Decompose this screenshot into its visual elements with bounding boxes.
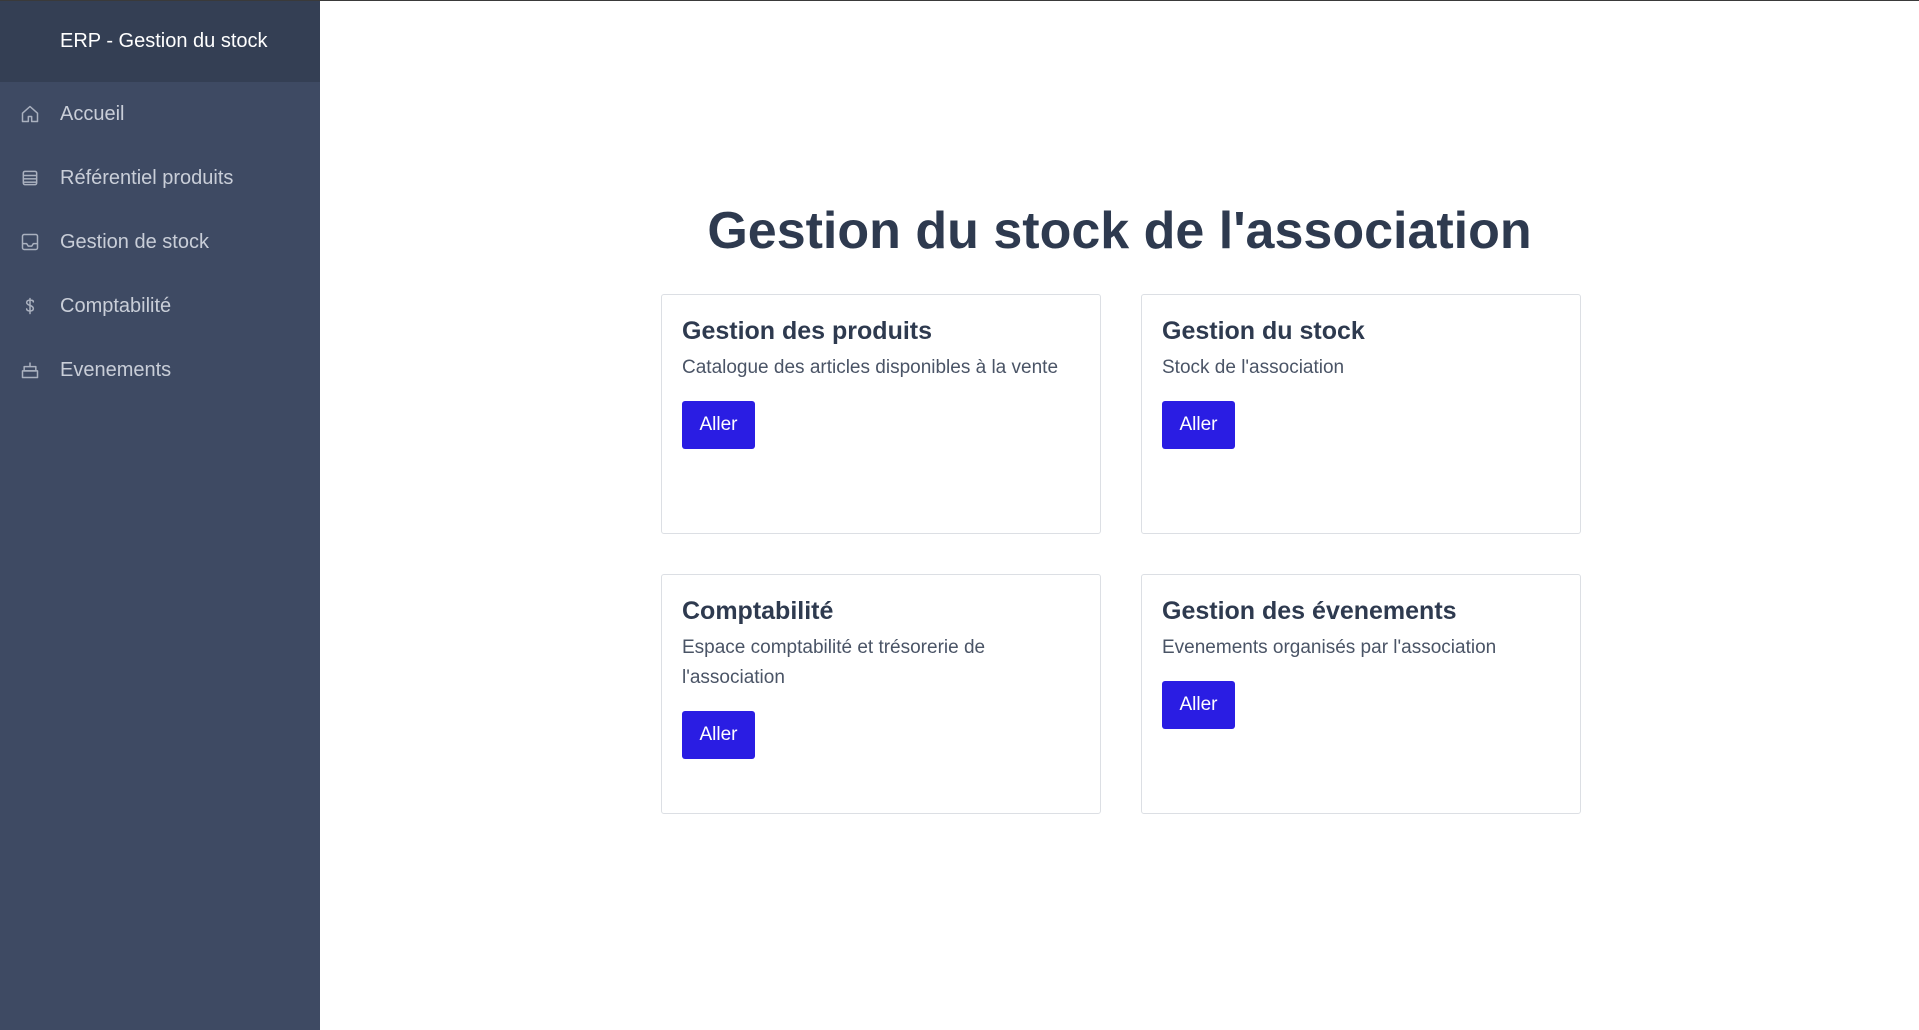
sidebar-item-label: Gestion de stock xyxy=(60,230,209,253)
card-gestion-evenements: Gestion des évenements Evenements organi… xyxy=(1141,574,1581,814)
sidebar-item-label: Accueil xyxy=(60,102,125,125)
page-title: Gestion du stock de l'association xyxy=(707,202,1532,260)
app-brand[interactable]: ERP - Gestion du stock xyxy=(0,1,320,82)
card-title: Comptabilité xyxy=(682,597,834,625)
aller-button[interactable]: Aller xyxy=(1162,681,1235,729)
card-gestion-stock: Gestion du stock Stock de l'association … xyxy=(1141,294,1581,534)
card-text: Evenements organisés par l'association xyxy=(1162,637,1497,658)
database-icon xyxy=(20,168,40,188)
sidebar-item-label: Evenements xyxy=(60,358,172,381)
home-icon xyxy=(20,104,40,124)
card-text: Stock de l'association xyxy=(1162,357,1345,378)
card-title: Gestion du stock xyxy=(1162,317,1365,345)
main-content: Gestion du stock de l'association Gestio… xyxy=(320,1,1919,1030)
card-text: Espace comptabilité et trésorerie de l'a… xyxy=(682,637,986,688)
cake-icon xyxy=(20,360,40,380)
card-comptabilite: Comptabilité Espace comptabilité et trés… xyxy=(661,574,1101,814)
card-gestion-produits: Gestion des produits Catalogue des artic… xyxy=(661,294,1101,534)
sidebar-item-referentiel-produits[interactable]: Référentiel produits xyxy=(0,146,320,210)
sidebar-item-label: Référentiel produits xyxy=(60,166,234,189)
card-title: Gestion des produits xyxy=(682,317,933,345)
card-title: Gestion des évenements xyxy=(1162,597,1457,625)
dollar-icon xyxy=(20,296,40,316)
sidebar: ERP - Gestion du stock Accueil Référenti… xyxy=(0,1,320,1030)
sidebar-item-comptabilite[interactable]: Comptabilité xyxy=(0,274,320,338)
inbox-icon xyxy=(20,232,40,252)
sidebar-item-gestion-de-stock[interactable]: Gestion de stock xyxy=(0,210,320,274)
sidebar-item-accueil[interactable]: Accueil xyxy=(0,82,320,146)
aller-button[interactable]: Aller xyxy=(682,711,755,759)
app-window: ERP - Gestion du stock Accueil Référenti… xyxy=(0,0,1919,1030)
card-text: Catalogue des articles disponibles à la … xyxy=(682,357,1059,378)
sidebar-item-evenements[interactable]: Evenements xyxy=(0,338,320,402)
sidebar-item-label: Comptabilité xyxy=(60,294,172,317)
aller-button[interactable]: Aller xyxy=(682,401,755,449)
aller-button[interactable]: Aller xyxy=(1162,401,1235,449)
